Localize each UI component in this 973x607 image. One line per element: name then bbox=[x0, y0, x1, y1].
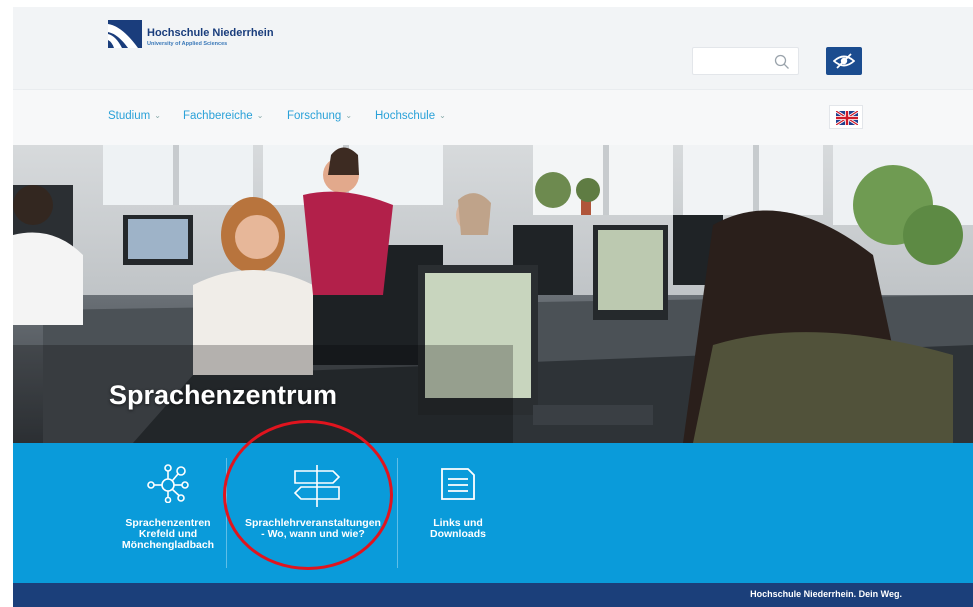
logo-name: Hochschule Niederrhein bbox=[147, 27, 274, 39]
logo-mark-icon bbox=[108, 20, 142, 48]
nav-item-fachbereiche[interactable]: Fachbereiche ⌄ bbox=[183, 110, 263, 122]
eye-accessibility-icon bbox=[833, 53, 855, 69]
main-navigation: Studium ⌄ Fachbereiche ⌄ Forschung ⌄ Hochsc… bbox=[13, 89, 973, 145]
tile-sprachenzentren[interactable]: Sprachenzentren Krefeld und Mönchengladb… bbox=[108, 443, 228, 583]
highlight-annotation-circle bbox=[223, 420, 393, 570]
chevron-down-icon: ⌄ bbox=[439, 111, 446, 120]
site-footer: Hochschule Niederrhein. Dein Weg. bbox=[13, 583, 973, 607]
nav-item-studium[interactable]: Studium ⌄ bbox=[108, 110, 161, 122]
hero-title: Sprachenzentrum bbox=[109, 380, 338, 410]
search-icon[interactable] bbox=[774, 54, 790, 70]
hero-banner: Sprachenzentrum bbox=[13, 145, 973, 443]
uk-flag-icon bbox=[836, 111, 858, 125]
tile-label: Links und Downloads bbox=[429, 517, 486, 540]
search-input[interactable] bbox=[692, 47, 799, 75]
nav-item-forschung[interactable]: Forschung ⌄ bbox=[287, 110, 352, 122]
site-header: Hochschule Niederrhein University of App… bbox=[13, 7, 973, 89]
footer-slogan: Hochschule Niederrhein. Dein Weg. bbox=[750, 589, 902, 599]
language-switch-button[interactable] bbox=[829, 105, 863, 129]
document-icon bbox=[441, 468, 475, 500]
chevron-down-icon: ⌄ bbox=[345, 111, 353, 120]
tile-label: Sprachenzentren Krefeld und Mönchengladb… bbox=[121, 517, 215, 551]
chevron-down-icon: ⌄ bbox=[154, 111, 161, 120]
chevron-down-icon: ⌄ bbox=[256, 111, 264, 120]
quicklinks-band: Sprachenzentren Krefeld und Mönchengladb… bbox=[13, 443, 973, 583]
nav-item-label: Hochschule bbox=[375, 110, 436, 122]
nav-item-label: Fachbereiche bbox=[183, 110, 253, 122]
page: Hochschule Niederrhein University of App… bbox=[0, 0, 973, 607]
accessibility-button[interactable] bbox=[826, 47, 862, 75]
network-icon bbox=[147, 464, 189, 503]
nav-item-label: Studium bbox=[108, 110, 151, 122]
logo[interactable]: Hochschule Niederrhein University of App… bbox=[108, 20, 308, 62]
nav-item-hochschule[interactable]: Hochschule ⌄ bbox=[375, 110, 446, 122]
logo-subtitle: University of Applied Sciences bbox=[147, 41, 228, 47]
tile-links-downloads[interactable]: Links und Downloads bbox=[398, 443, 518, 583]
nav-item-label: Forschung bbox=[287, 110, 342, 122]
